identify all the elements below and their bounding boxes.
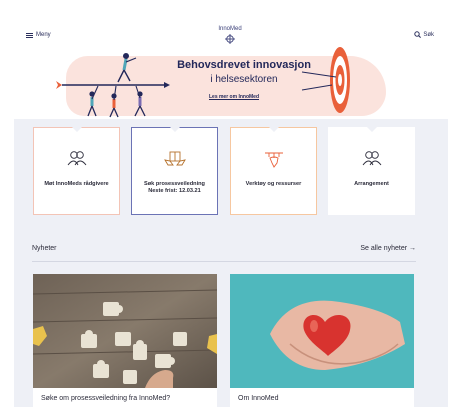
card-label-line1: Søk prosessveiledning: [144, 181, 205, 187]
card-notch: [268, 127, 279, 132]
innomed-homepage: Meny InnoMed Søk Behovsdrevet innovasjon…: [14, 14, 448, 407]
hand-tools-icon: [231, 150, 316, 173]
card-tools-resources[interactable]: Verktøy og ressurser: [230, 127, 317, 215]
card-label: Møt InnoMeds rådgivere: [44, 181, 109, 187]
news-divider: [32, 261, 416, 262]
news-caption: Om InnoMed: [238, 395, 279, 402]
card-process-guidance[interactable]: Søk prosessveiledning Neste frist: 12.03…: [131, 127, 218, 215]
card-events[interactable]: Arrangement: [328, 127, 415, 215]
news-item-process-guidance[interactable]: Søke om prosessveiledning fra InnoMed?: [33, 274, 217, 407]
people-icon: [34, 150, 119, 171]
news-item-about-innomed[interactable]: Om InnoMed: [230, 274, 414, 407]
card-notch: [71, 127, 82, 132]
card-label: Søk prosessveiledning Neste frist: 12.03…: [136, 181, 213, 195]
people-icon: [329, 150, 414, 171]
hero-subtitle: i helsesektoren: [210, 74, 278, 85]
site-header: Meny InnoMed Søk Behovsdrevet innovasjon…: [14, 14, 448, 119]
card-label: Verktøy og ressurser: [245, 181, 302, 187]
news-caption: Søke om prosessveiledning fra InnoMed?: [41, 395, 171, 402]
news-heading: Nyheter: [32, 245, 57, 252]
see-all-news-link[interactable]: Se alle nyheter →: [360, 245, 416, 252]
card-notch: [169, 127, 180, 132]
hero-read-more-link[interactable]: Les mer om InnoMed: [189, 94, 279, 100]
hero-title: Behovsdrevet innovasjon: [177, 59, 311, 71]
card-deadline: Neste frist: 12.03.21: [148, 188, 201, 194]
puzzle-photo: [33, 274, 217, 388]
card-label: Arrangement: [354, 181, 389, 187]
heart-hands-photo: [230, 274, 414, 388]
card-notch: [366, 127, 377, 132]
card-advisors[interactable]: Møt InnoMeds rådgivere: [33, 127, 120, 215]
hands-box-icon: [132, 150, 217, 173]
